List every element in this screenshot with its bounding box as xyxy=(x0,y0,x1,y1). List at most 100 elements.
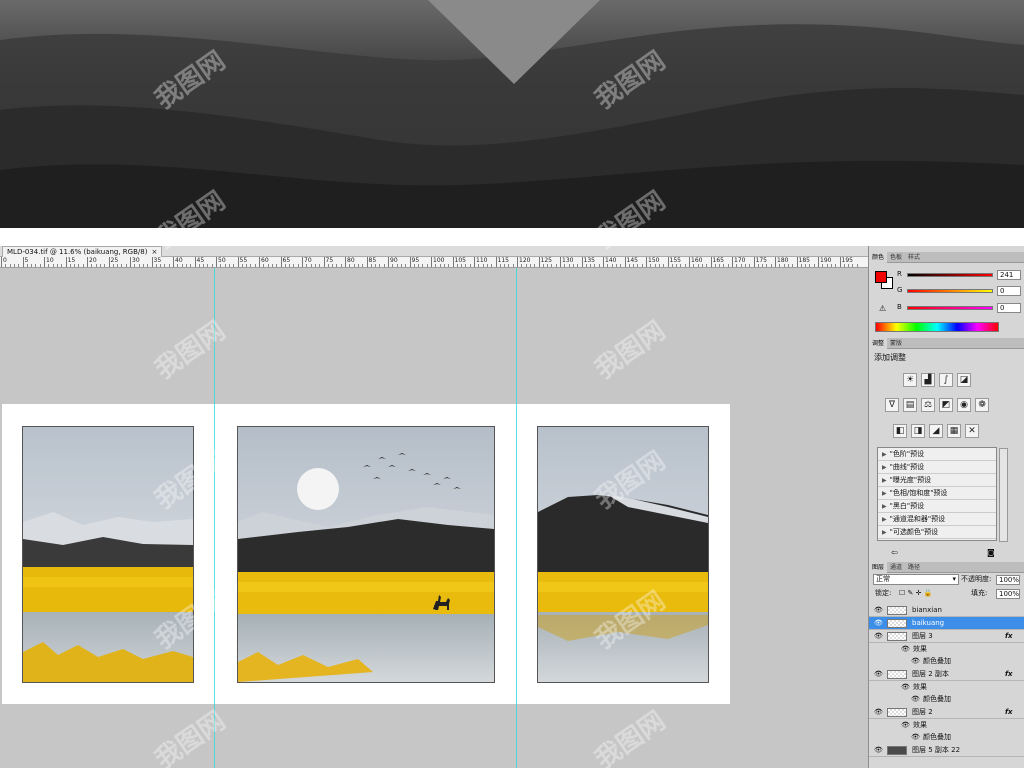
tab-swatches[interactable]: 色板 xyxy=(887,252,905,263)
effect-eye-icon[interactable]: 👁 xyxy=(911,731,920,743)
effect-row[interactable]: 👁 效果 xyxy=(869,643,1024,655)
fx-icon[interactable]: fx xyxy=(1005,630,1013,642)
ruler-major-tick xyxy=(388,257,389,267)
screenshot-root: { "document": { "tab_title": "MLD-034.ti… xyxy=(0,0,1024,768)
channel-g-slider[interactable] xyxy=(907,289,993,293)
right-panel-dock: 颜色 色板 样式 R 241 G 0 B 0 ⚠ 调整 蒙版 添加调整 ☀ ▟ ∫ ◪ ∇ ▤… xyxy=(868,246,1024,768)
layer-row[interactable]: 👁 bianxian xyxy=(869,604,1024,617)
black-white-icon[interactable]: ◩ xyxy=(939,398,953,412)
invert-icon[interactable]: ◧ xyxy=(893,424,907,438)
ruler-minor-tick xyxy=(856,264,858,267)
color-balance-icon[interactable]: ⚖ xyxy=(921,398,935,412)
preset-curves[interactable]: ▶ "曲线"预设 xyxy=(878,461,996,474)
effect-row[interactable]: 👁 颜色叠加 xyxy=(869,693,1024,705)
preset-levels[interactable]: ▶ "色阶"预设 xyxy=(878,448,996,461)
preset-curves-label: "曲线"预设 xyxy=(889,463,925,471)
close-icon[interactable]: × xyxy=(151,248,157,256)
tab-paths[interactable]: 路径 xyxy=(905,562,923,573)
tab-channels[interactable]: 通道 xyxy=(887,562,905,573)
ruler-minor-tick xyxy=(590,264,592,267)
curves-icon[interactable]: ∫ xyxy=(939,373,953,387)
ruler-minor-tick xyxy=(792,264,794,267)
foreground-color-swatch[interactable] xyxy=(875,271,887,283)
effect-row[interactable]: 👁 颜色叠加 xyxy=(869,731,1024,743)
exposure-icon[interactable]: ◪ xyxy=(957,373,971,387)
guide-line-1[interactable] xyxy=(214,268,215,768)
ruler-label: 175 xyxy=(755,257,767,264)
tab-styles[interactable]: 样式 xyxy=(905,252,923,263)
levels-icon[interactable]: ▟ xyxy=(921,373,935,387)
effect-eye-icon[interactable]: 👁 xyxy=(901,681,910,693)
preset-hue-saturation[interactable]: ▶ "色相/饱和度"预设 xyxy=(878,487,996,500)
threshold-icon[interactable]: ◢ xyxy=(929,424,943,438)
preset-channel-mixer[interactable]: ▶ "通道混和器"预设 xyxy=(878,513,996,526)
gradient-map-icon[interactable]: ▦ xyxy=(947,424,961,438)
adjust-return-icon[interactable]: ⇦ xyxy=(891,548,898,557)
preset-selective-color[interactable]: ▶ "可选颜色"预设 xyxy=(878,526,996,539)
channel-b-input[interactable]: 0 xyxy=(997,303,1021,313)
ruler-major-tick xyxy=(259,257,260,267)
guide-line-2[interactable] xyxy=(516,268,517,768)
tab-masks[interactable]: 蒙版 xyxy=(887,338,905,349)
layer-row[interactable]: 👁 图层 3 fx xyxy=(869,630,1024,643)
effect-row[interactable]: 👁 效果 xyxy=(869,719,1024,731)
ruler-label: 170 xyxy=(734,257,746,264)
ruler-minor-tick xyxy=(585,264,587,267)
effect-eye-icon[interactable]: 👁 xyxy=(901,719,910,731)
ruler-minor-tick xyxy=(637,264,639,267)
blend-mode-select[interactable]: 正常 ▾ xyxy=(873,574,959,585)
ruler-minor-tick xyxy=(125,264,127,267)
visibility-eye-icon[interactable]: 👁 xyxy=(874,744,883,756)
warning-icon[interactable]: ⚠ xyxy=(879,304,886,313)
opacity-input[interactable]: 100% xyxy=(996,575,1020,585)
tab-color[interactable]: 颜色 xyxy=(869,252,888,263)
tab-adjustments[interactable]: 调整 xyxy=(869,338,888,349)
fx-icon[interactable]: fx xyxy=(1005,706,1013,718)
ruler-minor-tick xyxy=(250,264,252,267)
brightness-icon[interactable]: ☀ xyxy=(903,373,917,387)
layer-row[interactable]: 👁 图层 5 副本 22 xyxy=(869,744,1024,757)
preset-black-white[interactable]: ▶ "黑白"预设 xyxy=(878,500,996,513)
color-spectrum-bar[interactable] xyxy=(875,322,999,332)
preset-scrollbar[interactable] xyxy=(999,448,1008,542)
adjust-panel-title: 添加调整 xyxy=(874,353,906,362)
visibility-eye-icon[interactable]: 👁 xyxy=(874,706,883,718)
vibrance-icon[interactable]: ∇ xyxy=(885,398,899,412)
channel-mixer-icon[interactable]: ❁ xyxy=(975,398,989,412)
photo-filter-icon[interactable]: ◉ xyxy=(957,398,971,412)
posterize-icon[interactable]: ◨ xyxy=(911,424,925,438)
visibility-eye-icon[interactable]: 👁 xyxy=(874,630,883,642)
channel-r-slider[interactable] xyxy=(907,273,993,277)
effect-row[interactable]: 👁 效果 xyxy=(869,681,1024,693)
layer-row-selected[interactable]: 👁 baikuang xyxy=(869,617,1024,630)
canvas-area[interactable] xyxy=(0,268,868,768)
effect-eye-icon[interactable]: 👁 xyxy=(911,693,920,705)
selective-color-icon[interactable]: ✕ xyxy=(965,424,979,438)
ruler-minor-tick xyxy=(762,264,764,267)
channel-r-input[interactable]: 241 xyxy=(997,270,1021,280)
tab-layers[interactable]: 图层 xyxy=(869,562,888,573)
preset-exposure[interactable]: ▶ "曝光度"预设 xyxy=(878,474,996,487)
channel-b-slider[interactable] xyxy=(907,306,993,310)
lock-icons[interactable]: ☐ ✎ ✛ 🔒 xyxy=(899,588,932,599)
channel-g-input[interactable]: 0 xyxy=(997,286,1021,296)
document-tab[interactable]: MLD-034.tif @ 11.6% (baikuang, RGB/8) × xyxy=(2,246,163,257)
visibility-eye-icon[interactable]: 👁 xyxy=(874,617,883,629)
ruler-label: 25 xyxy=(110,257,119,264)
layer-row[interactable]: 👁 图层 2 副本 fx xyxy=(869,668,1024,681)
fx-icon[interactable]: fx xyxy=(1005,668,1013,680)
effect-row[interactable]: 👁 颜色叠加 xyxy=(869,655,1024,667)
ruler-minor-tick xyxy=(572,264,574,267)
hue-saturation-icon[interactable]: ▤ xyxy=(903,398,917,412)
effect-eye-icon[interactable]: 👁 xyxy=(911,655,920,667)
fill-input[interactable]: 100% xyxy=(996,589,1020,599)
artboard xyxy=(2,404,730,704)
layer-row[interactable]: 👁 图层 2 fx xyxy=(869,706,1024,719)
visibility-eye-icon[interactable]: 👁 xyxy=(874,668,883,680)
ruler-major-tick xyxy=(581,257,583,267)
visibility-eye-icon[interactable]: 👁 xyxy=(874,604,883,616)
ruler-minor-tick xyxy=(426,264,428,267)
ruler-minor-tick xyxy=(611,264,613,267)
adjust-clip-icon[interactable]: ◙ xyxy=(987,548,995,557)
effect-eye-icon[interactable]: 👁 xyxy=(901,643,910,655)
